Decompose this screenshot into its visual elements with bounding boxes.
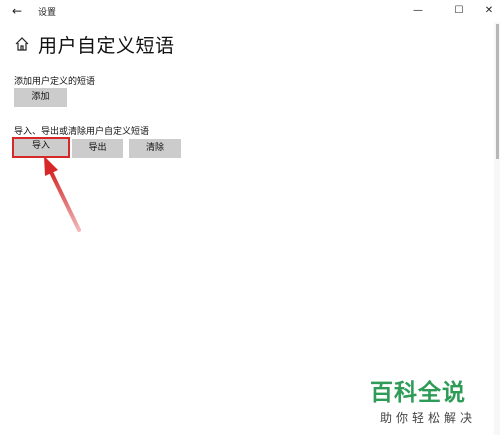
- watermark: 百科全说 助你轻松解决: [370, 373, 490, 426]
- watermark-brand: 百科全说: [370, 380, 466, 406]
- watermark-slogan: 助你轻松解决: [380, 411, 477, 425]
- red-arrow-icon: [44, 156, 81, 232]
